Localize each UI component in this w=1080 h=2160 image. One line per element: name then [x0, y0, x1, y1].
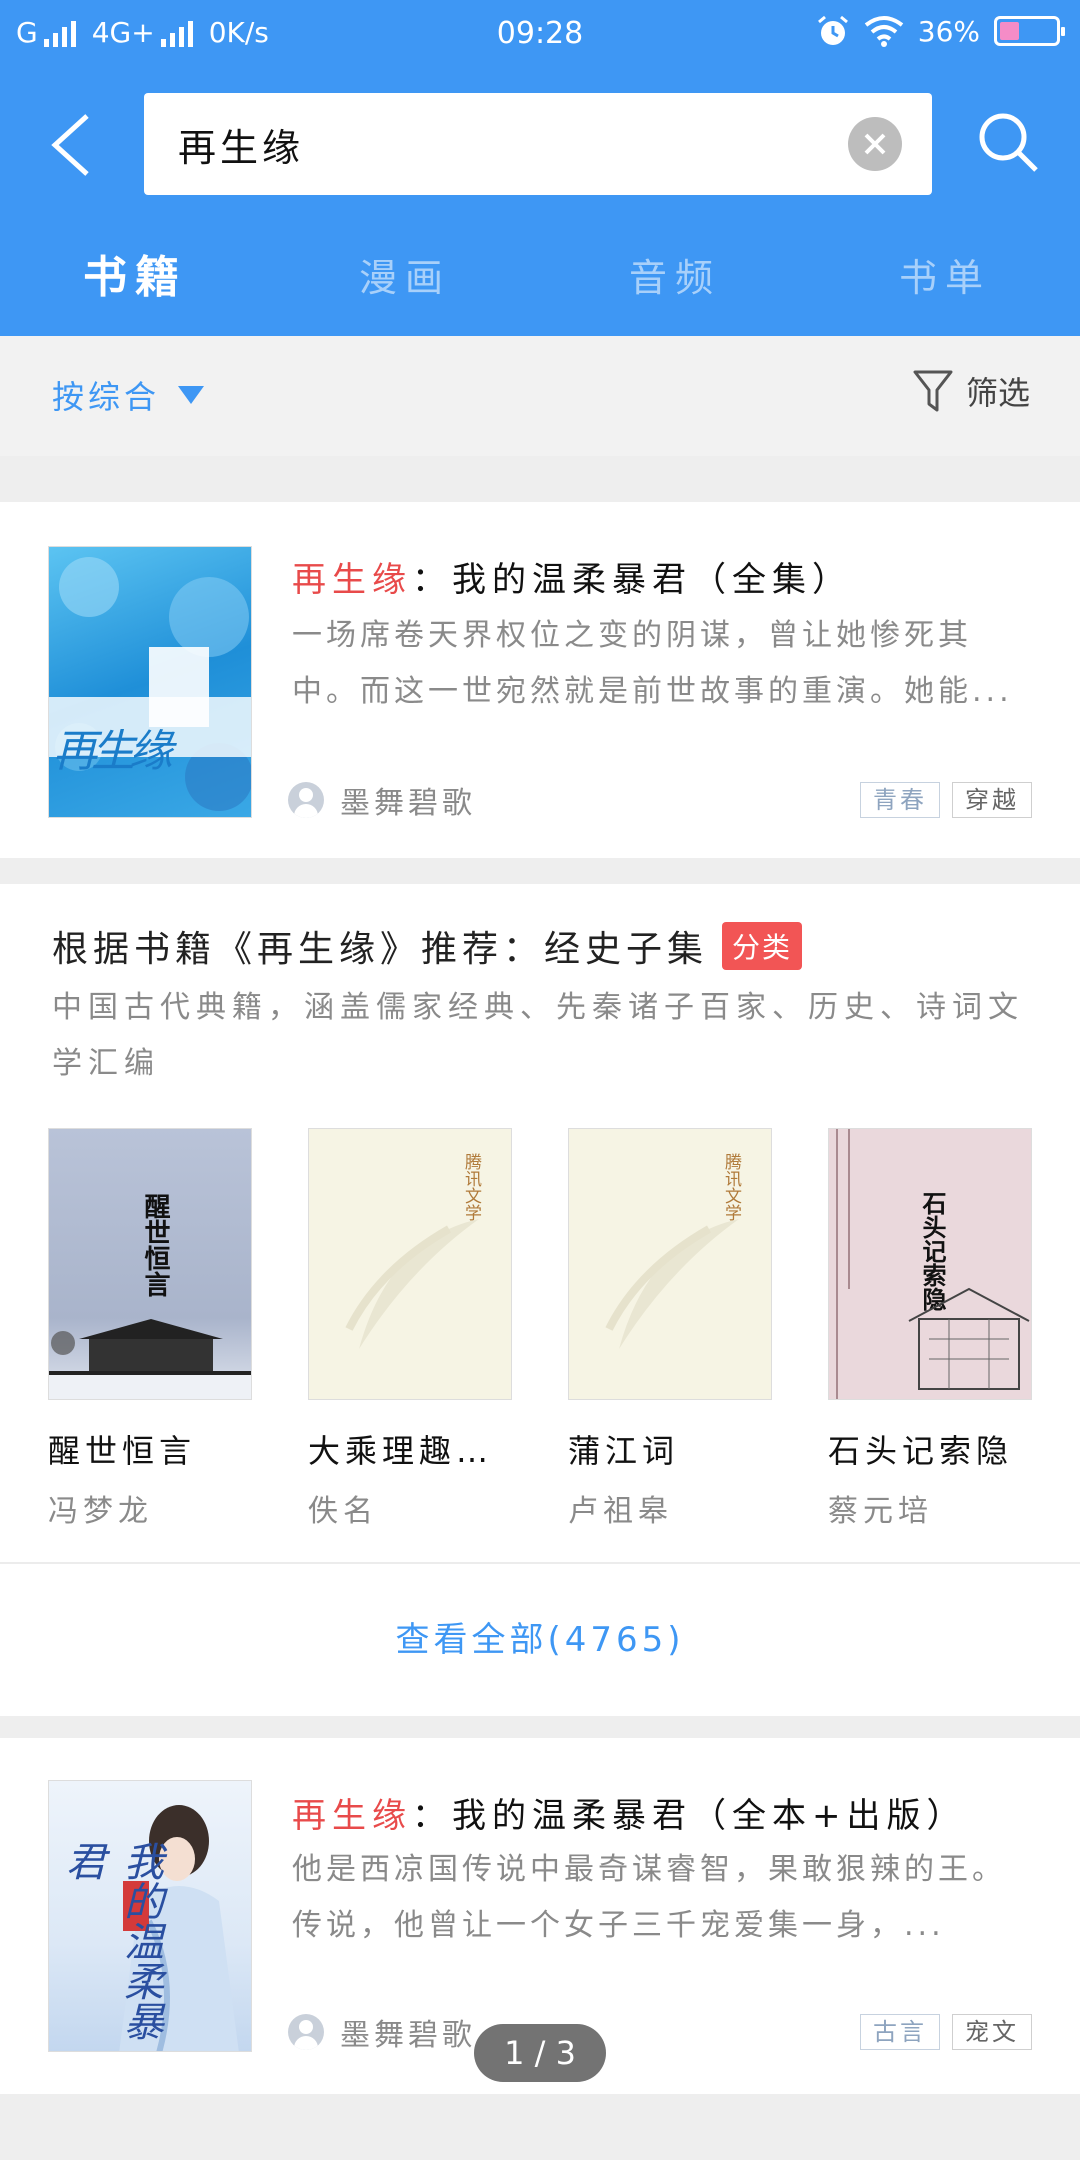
book-cover: 腾讯文学 — [308, 1128, 512, 1400]
recommended-books: 醒世恒言 醒世恒言 冯梦龙 腾讯文学 大乘理趣六... 佚名 腾讯文学 蒲江词 … — [48, 1128, 1032, 1530]
sort-label: 按综合 — [52, 378, 161, 416]
book-cover: 腾讯文学 — [568, 1128, 772, 1400]
recommendation-description: 中国古代典籍，涵盖儒家经典、先秦诸子百家、历史、诗词文学汇编 — [52, 990, 1024, 1081]
book-name: 醒世恒言 — [48, 1432, 197, 1470]
filter-label: 筛选 — [965, 374, 1030, 412]
cover-title: 我的温柔暴君 — [59, 1841, 163, 2041]
tab-audio[interactable]: 音频 — [540, 230, 810, 326]
filter-button[interactable]: 筛选 — [912, 368, 1030, 414]
back-button[interactable] — [40, 100, 100, 190]
tag[interactable]: 宠文 — [952, 2014, 1032, 2050]
search-button[interactable] — [976, 110, 1040, 174]
building-illustration — [49, 1319, 251, 1399]
tab-comics[interactable]: 漫画 — [270, 230, 540, 326]
battery-percent: 36% — [917, 14, 980, 48]
wifi-icon — [864, 16, 903, 47]
feather-logo — [605, 1219, 739, 1349]
user-avatar-icon — [288, 2014, 324, 2050]
sort-bar: 按综合 筛选 — [0, 336, 1080, 456]
status-bar: G 4G+ 0K/s 09:28 36% — [0, 0, 1080, 72]
recommended-book[interactable]: 腾讯文学 蒲江词 卢祖皋 — [568, 1128, 778, 1530]
filter-icon — [913, 370, 953, 412]
book-result-card[interactable]: 再生缘 再生缘：我的温柔暴君（全集） 一场席卷天界权位之变的阴谋，曾让她惨死其中… — [0, 502, 1080, 858]
book-tags: 青春 穿越 — [860, 782, 1032, 818]
cover-title: 再生缘 — [53, 726, 173, 777]
tab-books[interactable]: 书籍 — [0, 230, 270, 326]
tag[interactable]: 古言 — [860, 2014, 940, 2050]
title-highlight: 再生缘 — [292, 1796, 412, 1836]
book-author: 墨舞碧歌 — [288, 2010, 476, 2054]
recommended-book[interactable]: 醒世恒言 醒世恒言 冯梦龙 — [48, 1128, 258, 1530]
battery-icon — [994, 16, 1065, 46]
recommended-book[interactable]: 腾讯文学 大乘理趣六... 佚名 — [308, 1128, 518, 1530]
category-tabs: 书籍 漫画 音频 书单 — [0, 230, 1080, 326]
book-title: 再生缘：我的温柔暴君（全本+出版） — [292, 1788, 967, 1837]
sort-dropdown[interactable]: 按综合 — [52, 372, 205, 418]
recommended-book[interactable]: 石头记索隐 石头记索隐 蔡元培 — [828, 1128, 1038, 1530]
recommendation-title-text: 根据书籍《再生缘》推荐：经史子集 — [52, 929, 709, 970]
house-illustration — [836, 1129, 1030, 1399]
title-highlight: 再生缘 — [292, 560, 412, 600]
tab-booklists[interactable]: 书单 — [810, 230, 1080, 326]
book-name: 大乘理趣六... — [308, 1432, 518, 1470]
author-name: 墨舞碧歌 — [340, 2018, 476, 2053]
search-icon — [979, 113, 1038, 172]
battery-fill — [1000, 22, 1019, 40]
user-avatar-icon — [288, 782, 324, 818]
search-box — [144, 93, 932, 195]
book-author: 卢祖皋 — [568, 1494, 673, 1529]
author-name: 墨舞碧歌 — [340, 786, 476, 821]
search-input[interactable] — [144, 122, 804, 166]
tag[interactable]: 穿越 — [952, 782, 1032, 818]
chevron-left-icon — [51, 114, 89, 176]
book-author: 冯梦龙 — [48, 1494, 153, 1529]
book-description: 他是西凉国传说中最奇谋睿智，果敢狠辣的王。传说，他曾让一个女子三千宠爱集一身，.… — [292, 1852, 1006, 1943]
cover-title: 醒世恒言 — [140, 1193, 170, 1297]
clear-search-button[interactable] — [848, 117, 902, 171]
title-rest: ：我的温柔暴君（全本+出版） — [412, 1796, 967, 1836]
book-name: 蒲江词 — [568, 1432, 680, 1470]
book-tags: 古言 宠文 — [860, 2014, 1032, 2050]
book-title: 再生缘：我的温柔暴君（全集） — [292, 552, 852, 601]
feather-logo — [345, 1219, 479, 1349]
triangle-down-icon — [178, 386, 205, 404]
book-author: 墨舞碧歌 — [288, 778, 476, 822]
book-author: 蔡元培 — [828, 1494, 933, 1529]
alarm-icon — [817, 15, 848, 45]
close-icon — [864, 133, 886, 155]
app-header: G 4G+ 0K/s 09:28 36% 书籍 漫画 音频 书单 — [0, 0, 1080, 336]
recommendation-card: 根据书籍《再生缘》推荐：经史子集 分类 中国古代典籍，涵盖儒家经典、先秦诸子百家… — [0, 884, 1080, 1716]
tag[interactable]: 青春 — [860, 782, 940, 818]
status-right: 36% — [816, 14, 1065, 48]
book-author: 佚名 — [308, 1494, 378, 1529]
recommendation-title: 根据书籍《再生缘》推荐：经史子集 分类 — [52, 920, 803, 972]
title-rest: ：我的温柔暴君（全集） — [412, 560, 852, 600]
book-description: 一场席卷天界权位之变的阴谋，曾让她惨死其中。而这一世宛然就是前世故事的重演。她能… — [292, 618, 1013, 709]
book-name: 石头记索隐 — [828, 1432, 1014, 1470]
page-indicator: 1 / 3 — [474, 2024, 606, 2082]
book-cover: 石头记索隐 — [828, 1128, 1032, 1400]
book-cover: 醒世恒言 — [48, 1128, 252, 1400]
book-cover: 再生缘 — [48, 546, 252, 818]
category-badge: 分类 — [722, 922, 803, 970]
book-cover: 我的温柔暴君 — [48, 1780, 252, 2052]
view-all-link[interactable]: 查看全部(4765) — [0, 1564, 1080, 1716]
